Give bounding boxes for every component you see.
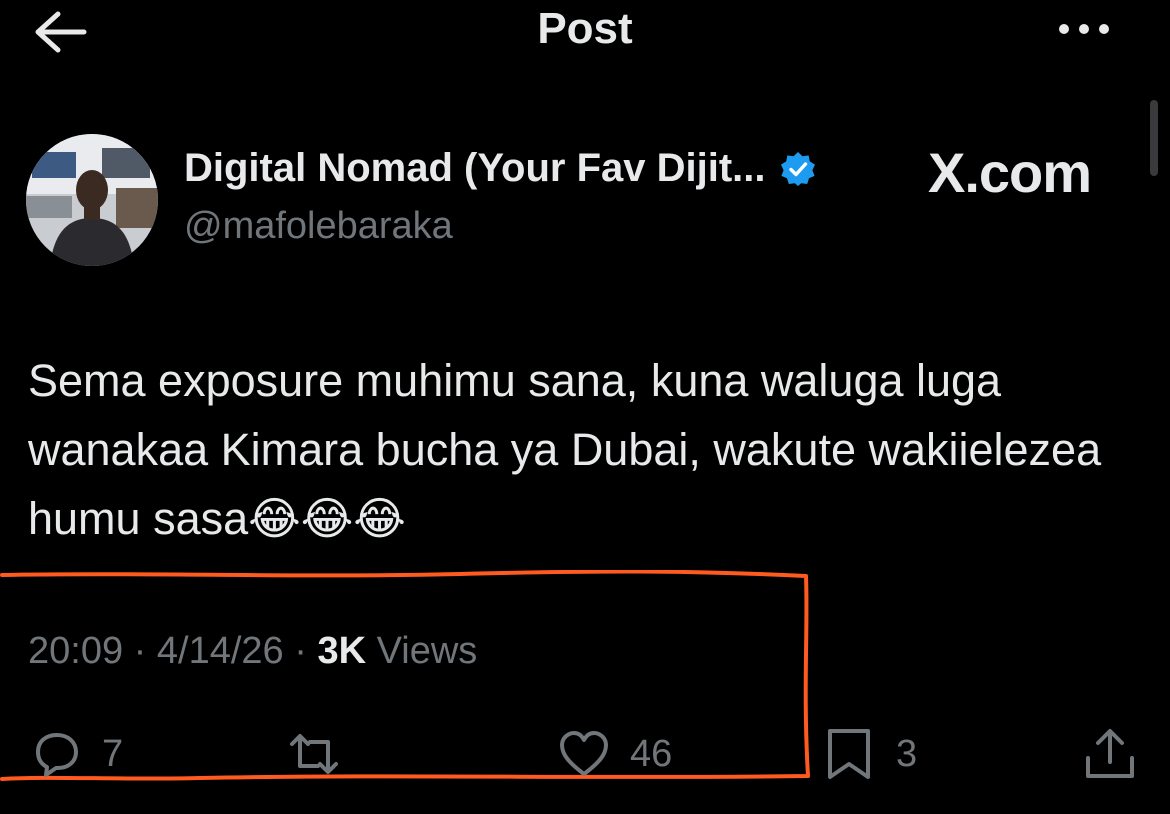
scrollbar[interactable] <box>1150 100 1158 176</box>
author-name[interactable]: Digital Nomad (Your Fav Dijit... <box>184 146 766 191</box>
share-button[interactable] <box>1082 726 1138 782</box>
page-title: Post <box>537 4 633 53</box>
repost-icon <box>290 734 338 774</box>
post-time: 20:09 <box>28 630 124 672</box>
separator: · <box>294 630 318 672</box>
separator: · <box>133 630 157 672</box>
verified-badge-icon[interactable] <box>780 151 816 187</box>
reply-icon <box>36 733 78 777</box>
share-icon <box>1086 729 1134 778</box>
bookmark-count: 3 <box>896 732 918 775</box>
post-date: 4/14/26 <box>156 630 284 672</box>
reply-count: 7 <box>102 732 124 775</box>
author-handle[interactable]: @mafolebaraka <box>184 205 453 248</box>
more-icon[interactable] <box>1054 14 1114 44</box>
like-count: 46 <box>630 732 673 775</box>
post-text: Sema exposure muhimu sana, kuna waluga l… <box>28 355 1102 544</box>
watermark: X.com <box>928 141 1092 204</box>
views-label[interactable]: Views <box>377 630 478 672</box>
reply-button[interactable]: 7 <box>28 726 123 782</box>
bookmark-button[interactable]: 3 <box>822 726 917 782</box>
like-icon <box>560 731 608 776</box>
bookmark-icon <box>828 729 870 779</box>
author-name-row[interactable]: Digital Nomad (Your Fav Dijit... <box>184 146 816 191</box>
repost-button[interactable] <box>286 726 342 782</box>
avatar[interactable] <box>26 134 158 266</box>
post-meta: 20:09 · 4/14/26 · 3K Views <box>28 630 477 673</box>
like-button[interactable]: 46 <box>556 726 672 782</box>
views-count[interactable]: 3K <box>317 630 366 672</box>
